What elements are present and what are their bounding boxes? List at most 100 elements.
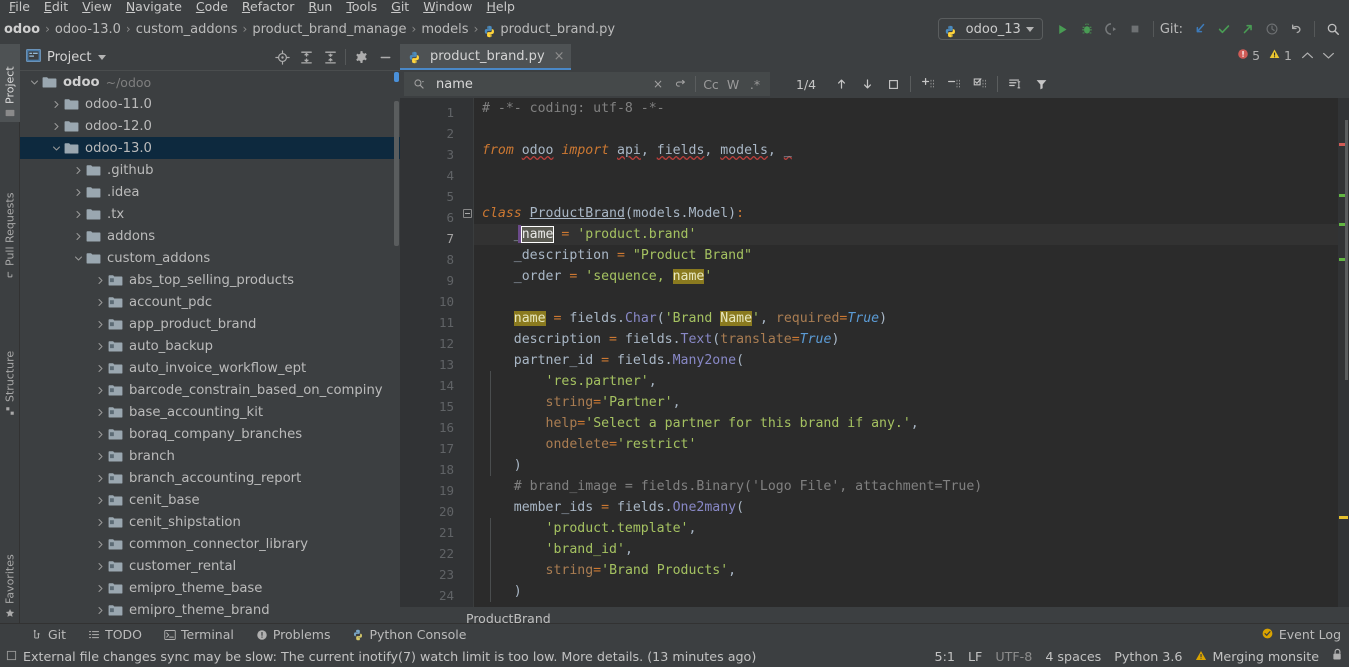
code-line-6[interactable]: class ProductBrand(models.Model): (474, 203, 744, 224)
fold-gutter[interactable] (462, 98, 474, 607)
tree-node-barcode-constrain-based-on-compiny[interactable]: barcode_constrain_based_on_compiny (20, 379, 400, 401)
chevron-right-icon[interactable] (92, 364, 108, 373)
code-line-7[interactable]: _name = 'product.brand' (474, 224, 696, 245)
tree-scrollbar[interactable] (394, 101, 399, 246)
error-stripe-marker-bar[interactable] (1338, 98, 1349, 607)
code-line-17[interactable]: ondelete='restrict' (474, 434, 697, 455)
code-line-8[interactable]: _description = "Product Brand" (474, 245, 752, 266)
code-line-12[interactable]: description = fields.Text(translate=True… (474, 329, 840, 350)
search-everywhere-icon[interactable] (1321, 17, 1345, 41)
breadcrumb-item-2[interactable]: custom_addons (136, 22, 238, 37)
code-line-10[interactable] (474, 287, 482, 308)
status-message[interactable]: External file changes sync may be slow: … (23, 649, 756, 664)
clear-search-icon[interactable]: × (647, 73, 669, 95)
regex-toggle[interactable]: .* (744, 77, 766, 92)
breadcrumb-item-0[interactable]: odoo (4, 22, 40, 37)
code-line-19[interactable]: # brand_image = fields.Binary('Logo File… (474, 476, 982, 497)
locate-icon[interactable] (271, 46, 293, 68)
code-line-3[interactable]: from odoo import api, fields, models, _ (474, 140, 792, 161)
chevron-right-icon[interactable] (92, 584, 108, 593)
code-line-2[interactable] (474, 119, 482, 140)
menu-item-file[interactable]: File (2, 0, 37, 14)
chevron-right-icon[interactable] (92, 518, 108, 527)
menu-item-window[interactable]: Window (416, 0, 479, 14)
editor-tab-product-brand[interactable]: product_brand.py × (400, 44, 571, 70)
chevron-right-icon[interactable] (92, 474, 108, 483)
tree-node-emipro-theme-brand[interactable]: emipro_theme_brand (20, 599, 400, 621)
chevron-right-icon[interactable] (92, 276, 108, 285)
chevron-right-icon[interactable] (70, 166, 86, 175)
remove-line-icon[interactable] (941, 73, 967, 95)
expand-all-icon[interactable] (295, 46, 317, 68)
git-history-icon[interactable] (1260, 17, 1284, 41)
code-line-23[interactable]: string='Brand Products', (474, 560, 737, 581)
indent-setting[interactable]: 4 spaces (1045, 649, 1101, 664)
code-line-9[interactable]: _order = 'sequence, name' (474, 266, 712, 287)
code-line-4[interactable] (474, 161, 482, 182)
menu-item-tools[interactable]: Tools (339, 0, 384, 14)
line-separator[interactable]: LF (968, 649, 982, 664)
chevron-right-icon[interactable] (92, 342, 108, 351)
code-line-1[interactable]: # -*- coding: utf-8 -*- (474, 98, 665, 119)
select-all-occurrences-icon[interactable] (880, 73, 906, 95)
lock-icon[interactable] (1332, 648, 1343, 664)
bottom-tool-terminal[interactable]: Terminal (153, 627, 245, 642)
tree-node-branch-accounting-report[interactable]: branch_accounting_report (20, 467, 400, 489)
tree-node-cenit-shipstation[interactable]: cenit_shipstation (20, 511, 400, 533)
tool-window-tab-pull-requests[interactable]: Pull Requests (0, 154, 20, 284)
chevron-down-icon[interactable] (48, 144, 64, 153)
file-encoding[interactable]: UTF-8 (995, 649, 1032, 664)
code-line-22[interactable]: 'brand_id', (474, 539, 633, 560)
debug-button[interactable] (1075, 17, 1099, 41)
next-problem-icon[interactable] (1322, 48, 1335, 63)
tree-node-odoo-12-0[interactable]: odoo-12.0 (20, 115, 400, 137)
words-toggle[interactable]: W (722, 77, 744, 92)
git-push-button[interactable] (1236, 17, 1260, 41)
tree-node--idea[interactable]: .idea (20, 181, 400, 203)
tree-node-custom-addons[interactable]: custom_addons (20, 247, 400, 269)
search-input-wrapper[interactable]: name × Cc W .* (404, 72, 770, 96)
chevron-right-icon[interactable] (92, 496, 108, 505)
git-branch-name[interactable]: Merging monsite (1212, 649, 1319, 664)
inspection-status-widget[interactable]: 5 1 (1237, 48, 1335, 63)
run-with-coverage-button[interactable] (1099, 17, 1123, 41)
chevron-down-icon[interactable] (70, 254, 86, 263)
chevron-right-icon[interactable] (92, 298, 108, 307)
menu-item-navigate[interactable]: Navigate (119, 0, 189, 14)
project-tree[interactable]: odoo ~/odoo odoo-11.0 odoo-12.0 odoo-13.0 .gi… (20, 70, 400, 629)
tool-window-tab-project[interactable]: Project (0, 44, 20, 122)
tree-node-base-accounting-kit[interactable]: base_accounting_kit (20, 401, 400, 423)
event-log-button[interactable]: Event Log (1261, 627, 1341, 643)
tree-node-odoo-13-0[interactable]: odoo-13.0 (20, 137, 400, 159)
git-branch-widget[interactable]: Merging monsite (1195, 649, 1319, 664)
chevron-right-icon[interactable] (48, 100, 64, 109)
bottom-tool-git[interactable]: Git (20, 627, 77, 642)
status-message-group[interactable]: External file changes sync may be slow: … (6, 649, 756, 664)
chevron-right-icon[interactable] (70, 210, 86, 219)
filter-icon[interactable] (1028, 73, 1054, 95)
caret-position[interactable]: 5:1 (935, 649, 955, 664)
menu-item-edit[interactable]: Edit (37, 0, 75, 14)
chevron-right-icon[interactable] (92, 606, 108, 615)
code-line-14[interactable]: 'res.partner', (474, 371, 657, 392)
chevron-right-icon[interactable] (92, 386, 108, 395)
breadcrumb-item-3[interactable]: product_brand_manage (252, 22, 406, 37)
prev-problem-icon[interactable] (1301, 48, 1314, 63)
next-match-icon[interactable] (854, 73, 880, 95)
warning-marker[interactable] (1339, 516, 1348, 519)
hide-panel-icon[interactable] (374, 46, 396, 68)
menu-item-refactor[interactable]: Refactor (235, 0, 301, 14)
chevron-right-icon[interactable] (92, 408, 108, 417)
tree-node-cenit-base[interactable]: cenit_base (20, 489, 400, 511)
tree-node-abs-top-selling-products[interactable]: abs_top_selling_products (20, 269, 400, 291)
close-icon[interactable]: × (554, 49, 565, 64)
tree-node-addons[interactable]: addons (20, 225, 400, 247)
bottom-tool-python-console[interactable]: Python Console (341, 627, 477, 642)
code-line-24[interactable]: ) (474, 581, 522, 602)
filter-lines-icon[interactable] (1002, 73, 1028, 95)
run-configuration-selector[interactable]: odoo_13 (937, 18, 1043, 40)
run-button[interactable] (1051, 17, 1075, 41)
git-update-project-button[interactable] (1188, 17, 1212, 41)
search-history-icon[interactable] (669, 73, 691, 95)
code-area[interactable]: 1 2 3 4 5 6 7 8 9 10 11 12 13 14 15 16 17 18 19 20 21 22 23 24 … (400, 98, 1349, 607)
